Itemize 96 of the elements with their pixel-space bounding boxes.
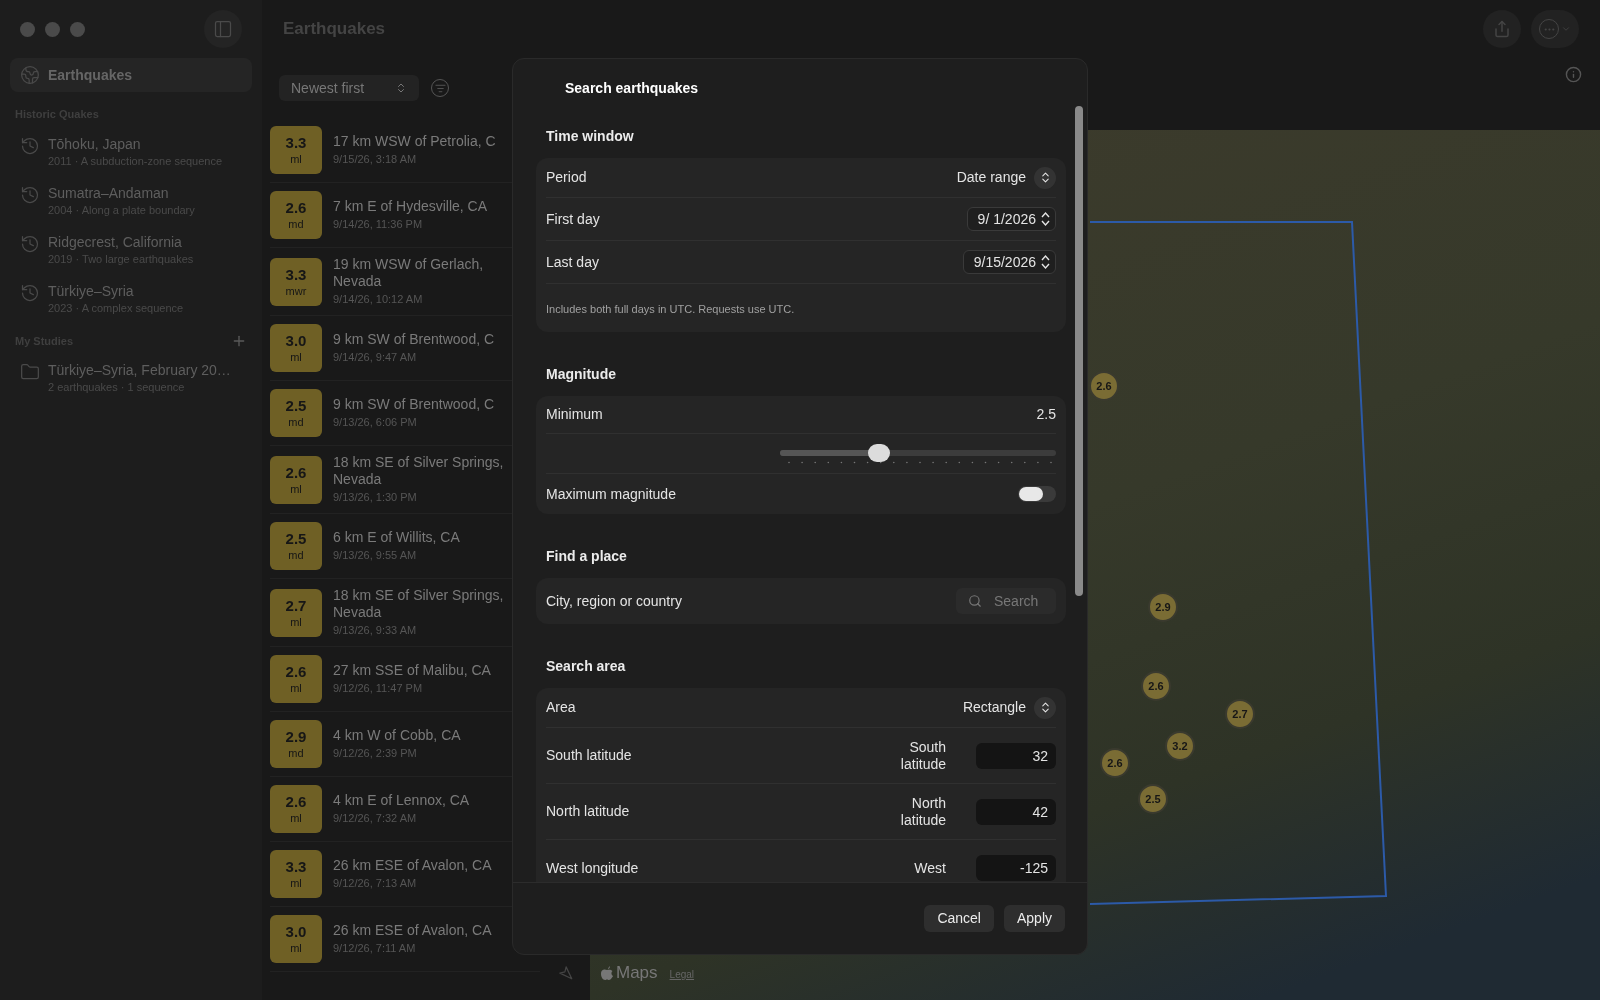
- folder-icon: [20, 362, 40, 382]
- filter-icon: [434, 82, 446, 94]
- search-field[interactable]: Search: [956, 588, 1056, 614]
- logo-icon: [600, 965, 614, 981]
- quake-place[interactable]: 9 km SW of Brentwood, C: [333, 331, 508, 348]
- sidebar-item[interactable]: Tōhoku, Japan: [48, 134, 223, 154]
- quake-time: 9/14/26, 10:12 AM: [333, 292, 424, 307]
- quake-place[interactable]: 26 km ESE of Avalon, CA: [333, 922, 508, 939]
- quake-time: 9/13/26, 9:55 AM: [333, 548, 418, 563]
- field-label: South latitude: [899, 738, 946, 773]
- quake-time: 9/12/26, 7:13 AM: [333, 876, 418, 891]
- quake-time: 9/13/26, 6:06 PM: [333, 415, 418, 430]
- history-icon: [20, 233, 40, 254]
- sort-dropdown[interactable]: Newest first: [279, 75, 419, 101]
- slider-thumb[interactable]: [868, 443, 891, 462]
- info-icon[interactable]: [1565, 66, 1582, 83]
- magnitude-badge: 3.3 ml: [270, 126, 322, 174]
- magnitude-badge: 2.6 md: [270, 191, 322, 239]
- row-label: Area: [546, 698, 576, 717]
- magnitude-badge: 2.6 ml: [270, 785, 322, 833]
- magnitude-badge: 3.3 mwr: [270, 257, 322, 306]
- chevrons-icon: [395, 82, 407, 94]
- picker-button[interactable]: Date range: [956, 166, 1056, 189]
- sidebar-item[interactable]: Ridgecrest, California: [48, 232, 194, 252]
- number-field[interactable]: 32: [976, 742, 1056, 769]
- quake-time: 9/13/26, 1:30 PM: [333, 490, 418, 505]
- quake-cluster-marker[interactable]: 2.9: [1148, 592, 1178, 622]
- magnitude-badge: 3.3 ml: [270, 850, 322, 898]
- quake-time: 9/13/26, 9:33 AM: [333, 623, 418, 638]
- quake-cluster-marker[interactable]: 2.6: [1089, 371, 1119, 401]
- magnitude-badge: 2.9 md: [270, 720, 322, 768]
- history-icon: [20, 184, 40, 205]
- quake-time: 9/12/26, 2:39 PM: [333, 746, 418, 761]
- quake-cluster-marker[interactable]: 2.6: [1100, 748, 1130, 778]
- magnitude-badge: 2.5 md: [270, 389, 322, 437]
- quake-cluster-marker[interactable]: 3.2: [1165, 731, 1195, 761]
- quake-place[interactable]: 19 km WSW of Gerlach, Nevada: [333, 256, 508, 290]
- quake-time: 9/14/26, 9:47 AM: [333, 350, 418, 365]
- picker-button[interactable]: Rectangle: [962, 696, 1056, 719]
- quake-place[interactable]: 27 km SSE of Malibu, CA: [333, 662, 508, 679]
- number-field[interactable]: 42: [976, 798, 1056, 825]
- cancel-button[interactable]: Cancel: [924, 905, 994, 932]
- field-label: North latitude: [899, 794, 946, 829]
- quake-place[interactable]: 6 km E of Willits, CA: [333, 529, 508, 546]
- value-text: 2.5: [1036, 405, 1056, 424]
- quake-cluster-marker[interactable]: 2.5: [1138, 784, 1168, 814]
- share-button[interactable]: [1483, 10, 1521, 48]
- sidebar-icon: [213, 19, 233, 39]
- quake-place[interactable]: 18 km SE of Silver Springs, Nevada: [333, 587, 508, 621]
- location-arrow-icon[interactable]: [557, 965, 573, 980]
- sidebar-toggle-button[interactable]: [204, 10, 242, 48]
- window-control[interactable]: [45, 21, 60, 37]
- quake-place[interactable]: 17 km WSW of Petrolia, C: [333, 133, 508, 150]
- magnitude-badge: 2.6 ml: [270, 455, 322, 504]
- quake-time: 9/12/26, 11:47 PM: [333, 681, 424, 696]
- number-field[interactable]: -125: [976, 855, 1056, 881]
- quake-time: 9/14/26, 11:36 PM: [333, 217, 424, 232]
- quake-time: 9/12/26, 7:11 AM: [333, 941, 417, 956]
- magnitude-badge: 3.0 ml: [270, 324, 322, 372]
- window-control[interactable]: [20, 21, 35, 37]
- quake-cluster-marker[interactable]: 2.7: [1225, 699, 1255, 729]
- more-button[interactable]: [1531, 10, 1579, 48]
- stepper-icon[interactable]: [1040, 253, 1051, 271]
- quake-time: 9/12/26, 7:32 AM: [333, 811, 418, 826]
- date-field[interactable]: 9/15/2026: [962, 250, 1056, 274]
- map-attribution: Maps: [616, 964, 658, 982]
- search-icon: [968, 594, 982, 608]
- sidebar-nav-item[interactable]: Earthquakes: [10, 58, 252, 92]
- toggle-switch[interactable]: [1018, 486, 1056, 502]
- magnitude-badge: 3.0 ml: [270, 915, 322, 963]
- field-label: West: [913, 859, 946, 877]
- quake-place[interactable]: 4 km E of Lennox, CA: [333, 792, 508, 809]
- row-label: Period: [546, 168, 587, 187]
- history-icon: [20, 135, 40, 156]
- apply-button[interactable]: Apply: [1003, 905, 1065, 932]
- quake-place[interactable]: 18 km SE of Silver Springs, Nevada: [333, 454, 508, 488]
- quake-place[interactable]: 7 km E of Hydesville, CA: [333, 198, 508, 215]
- window-control[interactable]: [70, 21, 85, 37]
- history-icon: [20, 282, 40, 303]
- quake-place[interactable]: 4 km W of Cobb, CA: [333, 727, 508, 744]
- sidebar-item[interactable]: Sumatra–Andaman: [48, 183, 195, 203]
- quake-place[interactable]: 26 km ESE of Avalon, CA: [333, 857, 508, 874]
- stepper-icon[interactable]: [1040, 210, 1051, 228]
- sidebar-item[interactable]: Türkiye–Syria, February 20…: [48, 361, 231, 380]
- magnitude-badge: 2.5 md: [270, 522, 322, 570]
- quake-time: 9/15/26, 3:18 AM: [333, 152, 418, 167]
- magnitude-badge: 2.7 ml: [270, 588, 322, 637]
- dialog-title: Search earthquakes: [565, 80, 699, 96]
- quake-cluster-marker[interactable]: 2.6: [1141, 671, 1171, 701]
- share-icon: [1493, 20, 1511, 38]
- date-field[interactable]: 9/ 1/2026: [966, 207, 1056, 231]
- magnitude-badge: 2.6 ml: [270, 655, 322, 703]
- quake-place[interactable]: 9 km SW of Brentwood, C: [333, 396, 508, 413]
- globe-icon: [20, 65, 40, 85]
- sidebar-item[interactable]: Türkiye–Syria: [48, 281, 184, 301]
- legal-link[interactable]: Legal: [669, 967, 695, 982]
